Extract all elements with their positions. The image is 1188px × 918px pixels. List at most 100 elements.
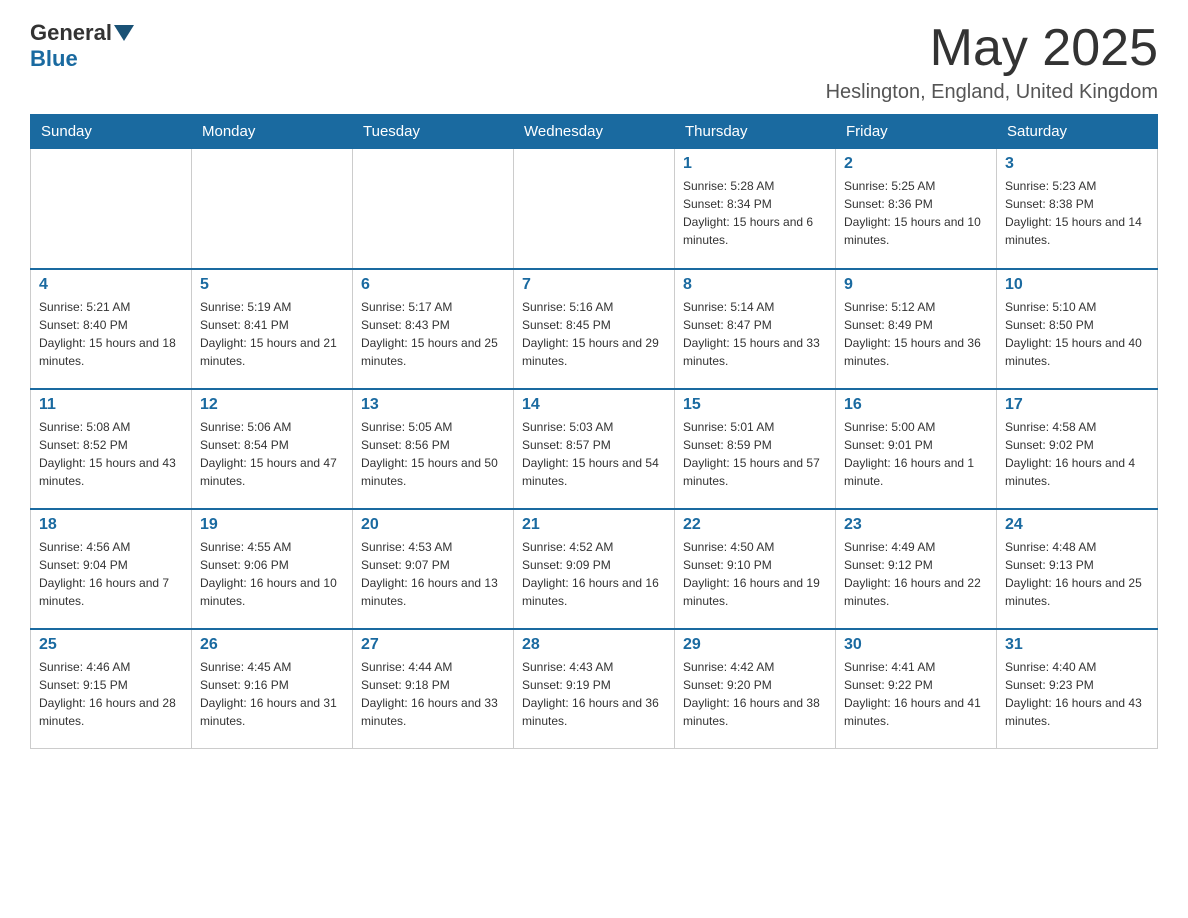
calendar-cell: 23Sunrise: 4:49 AM Sunset: 9:12 PM Dayli… — [836, 509, 997, 629]
logo: General Blue — [30, 20, 136, 72]
calendar-cell: 16 Sunrise: 5:00 AM Sunset: 9:01 PM Dayli… — [836, 389, 997, 509]
day-info: Sunrise: 4:41 AM Sunset: 9:22 PM Dayligh… — [844, 658, 988, 730]
calendar-cell: 29 Sunrise: 4:42 AM Sunset: 9:20 PM Dayli… — [675, 629, 836, 749]
day-number: 30 — [844, 636, 988, 654]
day-info: Sunrise: 5:00 AM Sunset: 9:01 PM Dayligh… — [844, 418, 988, 490]
day-number: 19 — [200, 516, 344, 534]
title-block: May 2025 Heslington, England, United Kin… — [826, 20, 1158, 104]
day-number: 10 — [1005, 276, 1149, 294]
calendar-cell — [353, 149, 514, 269]
logo-general-text: General — [30, 20, 112, 46]
calendar-cell: 17Sunrise: 4:58 AM Sunset: 9:02 PM Dayli… — [997, 389, 1158, 509]
calendar-cell: 2Sunrise: 5:25 AM Sunset: 8:36 PM Daylig… — [836, 149, 997, 269]
calendar-cell: 9 Sunrise: 5:12 AM Sunset: 8:49 PM Daylig… — [836, 269, 997, 389]
month-title: May 2025 — [826, 20, 1158, 77]
calendar-cell: 13Sunrise: 5:05 AM Sunset: 8:56 PM Dayli… — [353, 389, 514, 509]
day-number: 16 — [844, 396, 988, 414]
calendar-cell: 15Sunrise: 5:01 AM Sunset: 8:59 PM Dayli… — [675, 389, 836, 509]
day-info: Sunrise: 5:05 AM Sunset: 8:56 PM Dayligh… — [361, 418, 505, 490]
calendar-cell: 18 Sunrise: 4:56 AM Sunset: 9:04 PM Dayli… — [31, 509, 192, 629]
calendar-cell: 7Sunrise: 5:16 AM Sunset: 8:45 PM Daylig… — [514, 269, 675, 389]
day-number: 21 — [522, 516, 666, 534]
calendar-week-row: 18 Sunrise: 4:56 AM Sunset: 9:04 PM Dayli… — [31, 509, 1158, 629]
day-number: 11 — [39, 396, 183, 414]
day-info: Sunrise: 5:17 AM Sunset: 8:43 PM Dayligh… — [361, 298, 505, 370]
day-number: 18 — [39, 516, 183, 534]
col-header-tuesday: Tuesday — [353, 115, 514, 149]
day-number: 14 — [522, 396, 666, 414]
day-number: 1 — [683, 155, 827, 173]
calendar-table: Sunday Monday Tuesday Wednesday Thursday… — [30, 114, 1158, 749]
day-info: Sunrise: 5:14 AM Sunset: 8:47 PM Dayligh… — [683, 298, 827, 370]
page-header: General Blue May 2025 Heslington, Englan… — [30, 20, 1158, 104]
day-number: 29 — [683, 636, 827, 654]
day-number: 5 — [200, 276, 344, 294]
day-number: 24 — [1005, 516, 1149, 534]
calendar-cell: 24 Sunrise: 4:48 AM Sunset: 9:13 PM Dayli… — [997, 509, 1158, 629]
day-info: Sunrise: 4:46 AM Sunset: 9:15 PM Dayligh… — [39, 658, 183, 730]
day-number: 6 — [361, 276, 505, 294]
day-info: Sunrise: 5:01 AM Sunset: 8:59 PM Dayligh… — [683, 418, 827, 490]
day-info: Sunrise: 5:23 AM Sunset: 8:38 PM Dayligh… — [1005, 177, 1149, 249]
calendar-cell: 12 Sunrise: 5:06 AM Sunset: 8:54 PM Dayli… — [192, 389, 353, 509]
calendar-week-row: 25 Sunrise: 4:46 AM Sunset: 9:15 PM Dayli… — [31, 629, 1158, 749]
day-info: Sunrise: 4:45 AM Sunset: 9:16 PM Dayligh… — [200, 658, 344, 730]
day-info: Sunrise: 4:56 AM Sunset: 9:04 PM Dayligh… — [39, 538, 183, 610]
calendar-cell — [514, 149, 675, 269]
calendar-cell: 28Sunrise: 4:43 AM Sunset: 9:19 PM Dayli… — [514, 629, 675, 749]
calendar-cell: 6 Sunrise: 5:17 AM Sunset: 8:43 PM Daylig… — [353, 269, 514, 389]
calendar-cell: 1 Sunrise: 5:28 AM Sunset: 8:34 PM Daylig… — [675, 149, 836, 269]
day-info: Sunrise: 4:52 AM Sunset: 9:09 PM Dayligh… — [522, 538, 666, 610]
day-info: Sunrise: 5:10 AM Sunset: 8:50 PM Dayligh… — [1005, 298, 1149, 370]
day-info: Sunrise: 5:06 AM Sunset: 8:54 PM Dayligh… — [200, 418, 344, 490]
calendar-cell: 25 Sunrise: 4:46 AM Sunset: 9:15 PM Dayli… — [31, 629, 192, 749]
calendar-week-row: 11 Sunrise: 5:08 AM Sunset: 8:52 PM Dayli… — [31, 389, 1158, 509]
day-number: 4 — [39, 276, 183, 294]
col-header-monday: Monday — [192, 115, 353, 149]
day-number: 27 — [361, 636, 505, 654]
calendar-week-row: 4 Sunrise: 5:21 AM Sunset: 8:40 PM Daylig… — [31, 269, 1158, 389]
day-number: 12 — [200, 396, 344, 414]
day-info: Sunrise: 4:42 AM Sunset: 9:20 PM Dayligh… — [683, 658, 827, 730]
day-info: Sunrise: 5:08 AM Sunset: 8:52 PM Dayligh… — [39, 418, 183, 490]
calendar-cell: 20Sunrise: 4:53 AM Sunset: 9:07 PM Dayli… — [353, 509, 514, 629]
day-number: 20 — [361, 516, 505, 534]
day-number: 26 — [200, 636, 344, 654]
col-header-wednesday: Wednesday — [514, 115, 675, 149]
calendar-cell: 30 Sunrise: 4:41 AM Sunset: 9:22 PM Dayli… — [836, 629, 997, 749]
day-info: Sunrise: 4:58 AM Sunset: 9:02 PM Dayligh… — [1005, 418, 1149, 490]
day-info: Sunrise: 4:44 AM Sunset: 9:18 PM Dayligh… — [361, 658, 505, 730]
logo-blue-text: Blue — [30, 46, 78, 71]
calendar-cell: 19Sunrise: 4:55 AM Sunset: 9:06 PM Dayli… — [192, 509, 353, 629]
calendar-cell — [31, 149, 192, 269]
day-info: Sunrise: 5:21 AM Sunset: 8:40 PM Dayligh… — [39, 298, 183, 370]
day-info: Sunrise: 5:19 AM Sunset: 8:41 PM Dayligh… — [200, 298, 344, 370]
day-number: 9 — [844, 276, 988, 294]
calendar-cell: 4 Sunrise: 5:21 AM Sunset: 8:40 PM Daylig… — [31, 269, 192, 389]
calendar-cell: 8 Sunrise: 5:14 AM Sunset: 8:47 PM Daylig… — [675, 269, 836, 389]
logo-triangle-icon — [114, 25, 134, 41]
day-number: 3 — [1005, 155, 1149, 173]
col-header-thursday: Thursday — [675, 115, 836, 149]
day-info: Sunrise: 5:12 AM Sunset: 8:49 PM Dayligh… — [844, 298, 988, 370]
day-info: Sunrise: 4:48 AM Sunset: 9:13 PM Dayligh… — [1005, 538, 1149, 610]
calendar-cell: 10 Sunrise: 5:10 AM Sunset: 8:50 PM Dayli… — [997, 269, 1158, 389]
day-info: Sunrise: 4:50 AM Sunset: 9:10 PM Dayligh… — [683, 538, 827, 610]
col-header-saturday: Saturday — [997, 115, 1158, 149]
day-info: Sunrise: 4:49 AM Sunset: 9:12 PM Dayligh… — [844, 538, 988, 610]
day-info: Sunrise: 5:16 AM Sunset: 8:45 PM Dayligh… — [522, 298, 666, 370]
col-header-friday: Friday — [836, 115, 997, 149]
calendar-cell: 27 Sunrise: 4:44 AM Sunset: 9:18 PM Dayli… — [353, 629, 514, 749]
day-number: 8 — [683, 276, 827, 294]
calendar-cell: 5 Sunrise: 5:19 AM Sunset: 8:41 PM Daylig… — [192, 269, 353, 389]
day-number: 2 — [844, 155, 988, 173]
day-info: Sunrise: 4:40 AM Sunset: 9:23 PM Dayligh… — [1005, 658, 1149, 730]
day-info: Sunrise: 5:28 AM Sunset: 8:34 PM Dayligh… — [683, 177, 827, 249]
day-info: Sunrise: 4:43 AM Sunset: 9:19 PM Dayligh… — [522, 658, 666, 730]
calendar-cell: 11 Sunrise: 5:08 AM Sunset: 8:52 PM Dayli… — [31, 389, 192, 509]
col-header-sunday: Sunday — [31, 115, 192, 149]
day-number: 25 — [39, 636, 183, 654]
calendar-cell: 31Sunrise: 4:40 AM Sunset: 9:23 PM Dayli… — [997, 629, 1158, 749]
day-info: Sunrise: 5:03 AM Sunset: 8:57 PM Dayligh… — [522, 418, 666, 490]
calendar-header-row: Sunday Monday Tuesday Wednesday Thursday… — [31, 115, 1158, 149]
